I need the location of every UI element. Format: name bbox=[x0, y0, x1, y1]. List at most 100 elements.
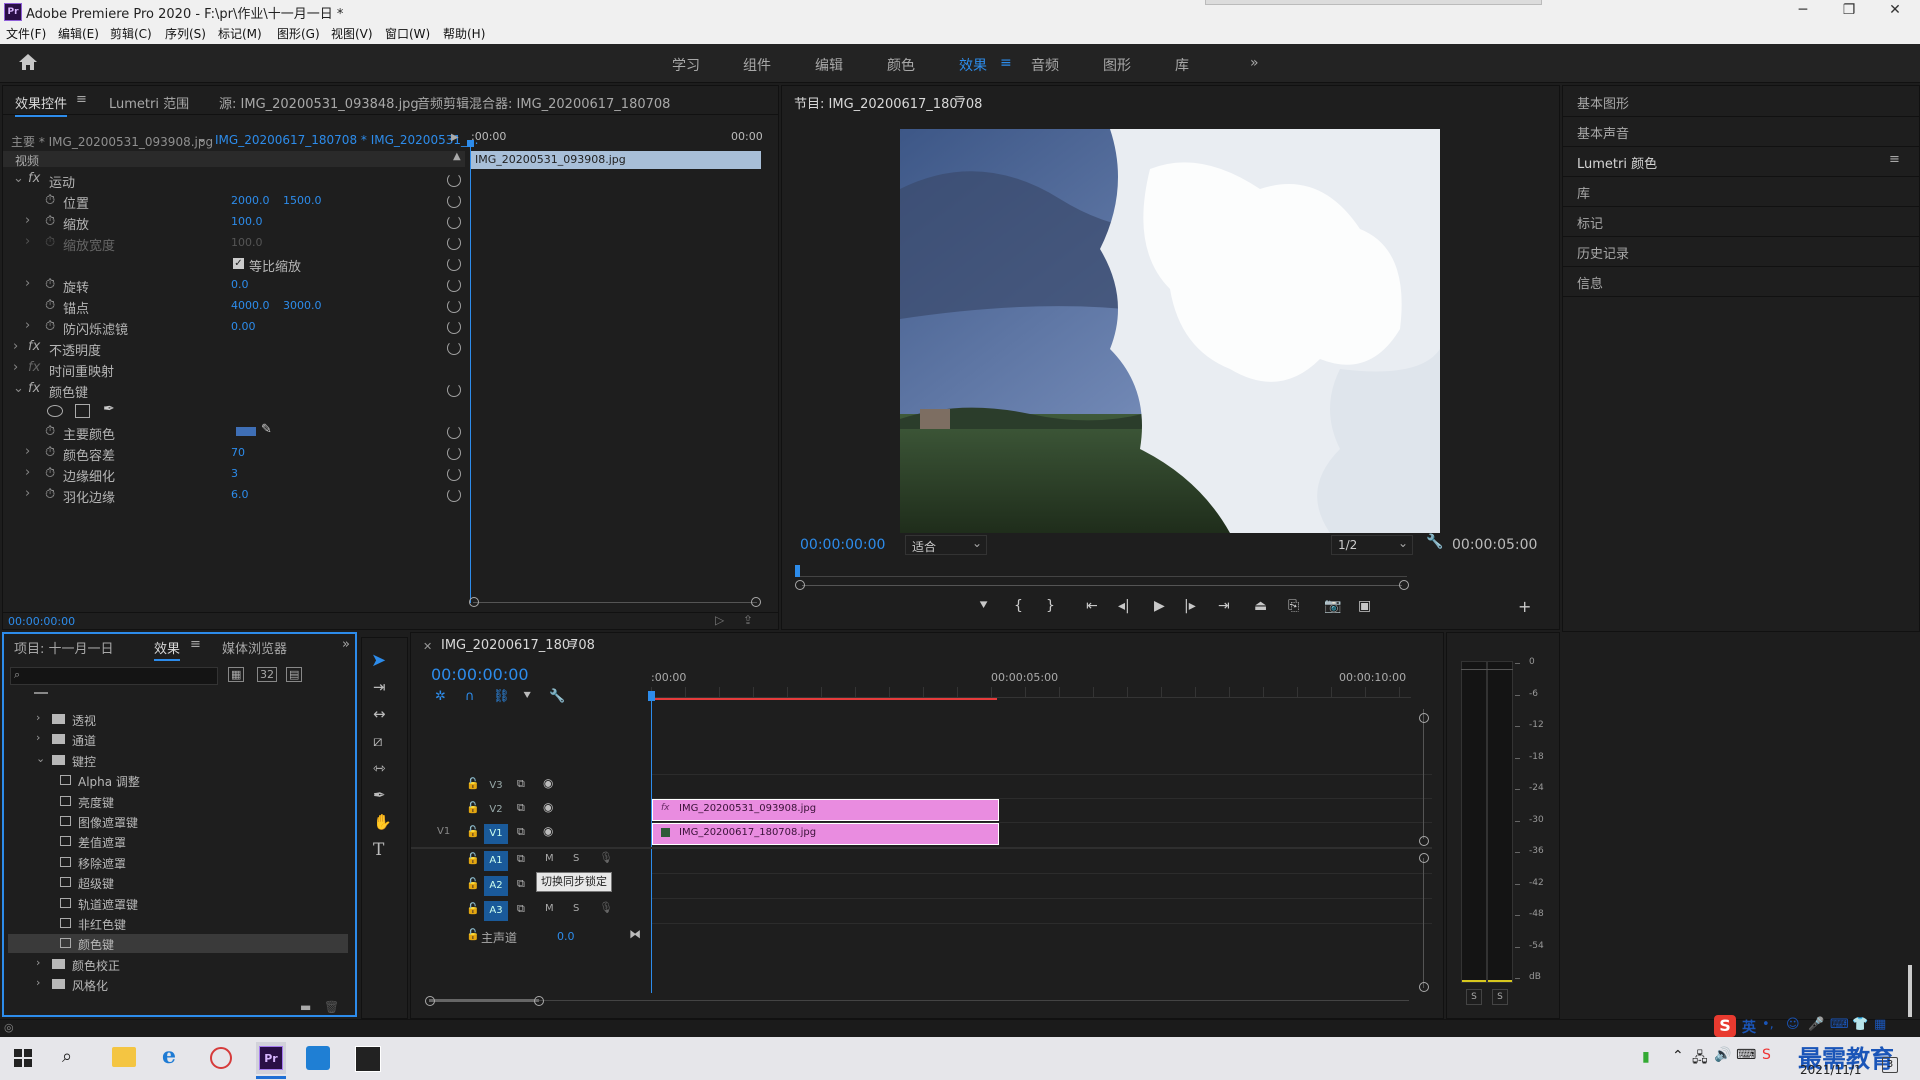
scroll-handle[interactable] bbox=[1419, 982, 1429, 992]
scrollbar-right-edge[interactable] bbox=[1908, 965, 1912, 1017]
stopwatch-icon[interactable]: ⏱ bbox=[45, 277, 55, 292]
app-icon[interactable] bbox=[210, 1047, 232, 1069]
effect-row-flicker[interactable]: › ⏱ 防闪烁滤镜 0.00 bbox=[3, 317, 465, 338]
workspace-color[interactable]: 颜色 bbox=[887, 55, 915, 75]
effects-folder[interactable]: › 颜色校正 bbox=[8, 955, 348, 974]
mute-a3-button[interactable]: M bbox=[545, 903, 554, 914]
reset-icon[interactable] bbox=[447, 194, 461, 208]
settings-wrench-icon[interactable]: 🔧 bbox=[1426, 534, 1443, 550]
play-only-icon[interactable]: ▶ bbox=[451, 132, 459, 143]
workspace-audio[interactable]: 音频 bbox=[1031, 55, 1059, 75]
reset-icon[interactable] bbox=[447, 467, 461, 481]
workspace-menu-icon[interactable]: ≡ bbox=[1000, 55, 1012, 71]
slip-tool-icon[interactable]: ⇿ bbox=[373, 759, 386, 777]
reset-icon[interactable] bbox=[447, 446, 461, 460]
program-timecode[interactable]: 00:00:00:00 bbox=[800, 537, 885, 553]
sync-lock-icon[interactable]: ⧉ bbox=[517, 877, 525, 891]
accelerated-effects-icon[interactable]: ▦ bbox=[228, 667, 245, 682]
reset-icon[interactable] bbox=[447, 173, 461, 187]
effect-item[interactable]: 图像遮罩键 bbox=[8, 812, 348, 831]
reset-icon[interactable] bbox=[447, 215, 461, 229]
expand-chevron-icon[interactable]: ⌄ bbox=[13, 171, 24, 186]
add-button-icon[interactable]: + bbox=[1518, 597, 1531, 616]
chevron-up-icon[interactable]: ⌃ bbox=[1672, 1048, 1684, 1064]
blue-app-icon[interactable] bbox=[306, 1046, 330, 1070]
effect-item[interactable]: 移除遮罩 bbox=[8, 853, 348, 872]
nest-toggle-icon[interactable]: ✲ bbox=[435, 689, 446, 704]
mute-a1-button[interactable]: M bbox=[545, 853, 554, 864]
tolerance-value[interactable]: 70 bbox=[231, 446, 245, 459]
reset-icon[interactable] bbox=[447, 257, 461, 271]
effect-item[interactable]: Alpha 调整 bbox=[8, 771, 348, 790]
workspace-effects[interactable]: 效果 bbox=[959, 55, 987, 75]
premiere-taskbar-icon[interactable]: Pr bbox=[259, 1046, 283, 1070]
a3-label[interactable]: A3 bbox=[484, 901, 508, 921]
keyboard-icon[interactable]: ⌨ bbox=[1736, 1047, 1756, 1063]
tab-menu-icon[interactable]: ≡ bbox=[76, 92, 87, 107]
rotation-value[interactable]: 0.0 bbox=[231, 278, 249, 291]
audio-vertical-scrollbar[interactable] bbox=[1423, 858, 1424, 988]
pen-mask-icon[interactable]: ✒ bbox=[103, 401, 115, 417]
reset-icon[interactable] bbox=[447, 488, 461, 502]
ime-menu-icon[interactable]: ▦ bbox=[1874, 1017, 1886, 1032]
effect-item[interactable]: 非红色键 bbox=[8, 914, 348, 933]
go-to-in-icon[interactable]: ⇤ bbox=[1086, 598, 1098, 614]
uniform-scale-checkbox[interactable]: ✓ bbox=[233, 258, 244, 269]
timeline-ruler[interactable]: :00:00 00:00:05:00 00:00:10:00 bbox=[651, 671, 1431, 700]
film-sync-icon[interactable]: ⧉ bbox=[517, 777, 525, 791]
scale-value[interactable]: 100.0 bbox=[231, 215, 263, 228]
effect-item[interactable]: 超级键 bbox=[8, 873, 348, 892]
windows-start-icon[interactable] bbox=[14, 1049, 32, 1067]
home-icon[interactable] bbox=[18, 53, 38, 74]
feather-value[interactable]: 6.0 bbox=[231, 488, 249, 501]
scroll-handle[interactable] bbox=[1419, 853, 1429, 863]
position-y-value[interactable]: 1500.0 bbox=[283, 194, 322, 207]
mic-icon[interactable]: 🎙 bbox=[599, 901, 613, 914]
overflow-icon[interactable]: » bbox=[342, 637, 350, 652]
stopwatch-icon[interactable]: ⏱ bbox=[45, 466, 55, 481]
go-to-end-icon[interactable]: ⧓ bbox=[629, 927, 641, 941]
effect-row-edge-thin[interactable]: › ⏱ 边缘细化 3 bbox=[3, 464, 465, 485]
stopwatch-icon[interactable]: ⏱ bbox=[45, 445, 55, 460]
reset-icon[interactable] bbox=[447, 425, 461, 439]
effect-row-scale[interactable]: › ⏱ 缩放 100.0 bbox=[3, 212, 465, 233]
add-marker-icon[interactable]: ⯆ bbox=[522, 689, 532, 704]
mic-icon[interactable]: 🎙 bbox=[599, 851, 613, 864]
program-zoom-bar[interactable] bbox=[802, 585, 1402, 586]
fx-icon[interactable]: fx bbox=[28, 381, 40, 396]
workspace-graphics[interactable]: 图形 bbox=[1103, 55, 1131, 75]
stopwatch-icon[interactable]: ⏱ bbox=[45, 298, 55, 313]
playback-resolution-dropdown[interactable]: 1/2 ⌄ bbox=[1331, 535, 1413, 555]
tab-menu-icon[interactable]: ≡ bbox=[190, 637, 201, 652]
32bit-effects-icon[interactable]: 32 bbox=[257, 667, 277, 682]
menu-edit[interactable]: 编辑(E) bbox=[58, 25, 99, 42]
video-vertical-scrollbar[interactable] bbox=[1423, 709, 1424, 839]
eye-icon[interactable]: ◉ bbox=[543, 800, 553, 814]
ime-skin-icon[interactable]: 👕 bbox=[1852, 1017, 1868, 1032]
notification-count[interactable]: 3 bbox=[1882, 1057, 1898, 1073]
effect-row-feather[interactable]: › ⏱ 羽化边缘 6.0 bbox=[3, 485, 465, 506]
expand-chevron-icon[interactable]: › bbox=[13, 360, 18, 375]
reset-icon[interactable] bbox=[447, 383, 461, 397]
lock-icon[interactable]: 🔓 bbox=[466, 825, 480, 838]
linked-selection-icon[interactable]: ⛓ bbox=[493, 689, 510, 704]
menu-help[interactable]: 帮助(H) bbox=[443, 25, 485, 42]
position-x-value[interactable]: 2000.0 bbox=[231, 194, 270, 207]
ellipse-mask-icon[interactable] bbox=[47, 405, 63, 417]
anchor-y-value[interactable]: 3000.0 bbox=[283, 299, 322, 312]
master-clip-label[interactable]: 主要 * IMG_20200531_093908.jpg bbox=[11, 133, 213, 150]
expand-chevron-icon[interactable]: › bbox=[25, 276, 30, 291]
source-patch-v1[interactable]: V1 bbox=[437, 826, 450, 837]
effects-search-input[interactable]: ⌕ bbox=[10, 667, 218, 685]
lock-icon[interactable]: 🔓 bbox=[466, 777, 480, 790]
ie-browser-icon[interactable]: e bbox=[162, 1043, 176, 1069]
timeline-settings-icon[interactable]: 🔧 bbox=[549, 689, 565, 704]
export-frame-icon[interactable]: ⇪ bbox=[743, 613, 753, 627]
chevron-down-icon[interactable]: ⌄ bbox=[36, 752, 45, 765]
scroll-handle[interactable] bbox=[1419, 713, 1429, 723]
expand-chevron-icon[interactable]: › bbox=[13, 339, 18, 354]
photos-app-icon[interactable] bbox=[355, 1046, 381, 1072]
effect-item[interactable]: 轨道遮罩键 bbox=[8, 894, 348, 913]
ripple-edit-tool-icon[interactable]: ↔ bbox=[373, 705, 386, 723]
expand-chevron-icon[interactable]: › bbox=[25, 465, 30, 480]
